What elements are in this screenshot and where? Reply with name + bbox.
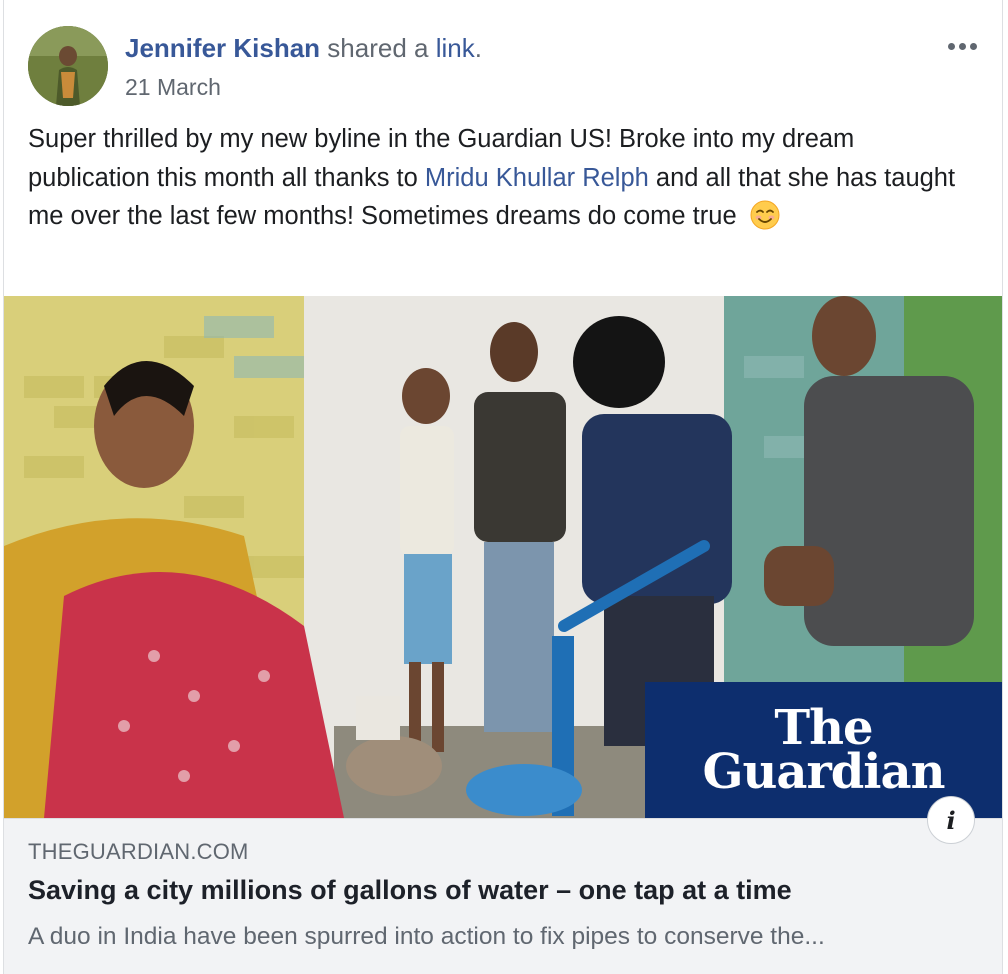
more-dot-icon bbox=[969, 42, 977, 50]
avatar-photo bbox=[28, 26, 108, 106]
more-options-button[interactable] bbox=[942, 34, 982, 58]
post-message: Super thrilled by my new byline in the G… bbox=[28, 120, 983, 236]
shared-link[interactable]: link bbox=[436, 33, 475, 63]
guardian-logo-line2: Guardian bbox=[702, 744, 945, 800]
feed-post: Jennifer Kishan shared a link. 21 March … bbox=[3, 0, 1003, 974]
more-dot-icon bbox=[947, 42, 955, 50]
author-line: Jennifer Kishan shared a link. bbox=[125, 32, 482, 64]
more-dot-icon bbox=[958, 42, 966, 50]
info-icon[interactable]: i bbox=[927, 796, 975, 844]
guardian-logo-text: The Guardian bbox=[702, 704, 945, 800]
link-preview-card[interactable]: The Guardian i THEGUARDIAN.COM Saving a … bbox=[4, 296, 1002, 974]
link-meta: THEGUARDIAN.COM Saving a city millions o… bbox=[4, 818, 1002, 974]
mention-link[interactable]: Mridu Khullar Relph bbox=[425, 164, 649, 192]
post-header: Jennifer Kishan shared a link. 21 March bbox=[28, 26, 982, 106]
author-name-link[interactable]: Jennifer Kishan bbox=[125, 33, 320, 63]
link-description: A duo in India have been spurred into ac… bbox=[28, 923, 825, 950]
post-timestamp[interactable]: 21 March bbox=[125, 74, 221, 101]
article-photo[interactable]: The Guardian bbox=[4, 296, 1002, 818]
smiling-face-emoji-icon bbox=[750, 200, 780, 230]
shared-period: . bbox=[474, 33, 482, 63]
avatar[interactable] bbox=[28, 26, 108, 106]
link-headline[interactable]: Saving a city millions of gallons of wat… bbox=[28, 875, 792, 906]
link-domain: THEGUARDIAN.COM bbox=[28, 839, 249, 864]
shared-text: shared a bbox=[327, 33, 429, 63]
